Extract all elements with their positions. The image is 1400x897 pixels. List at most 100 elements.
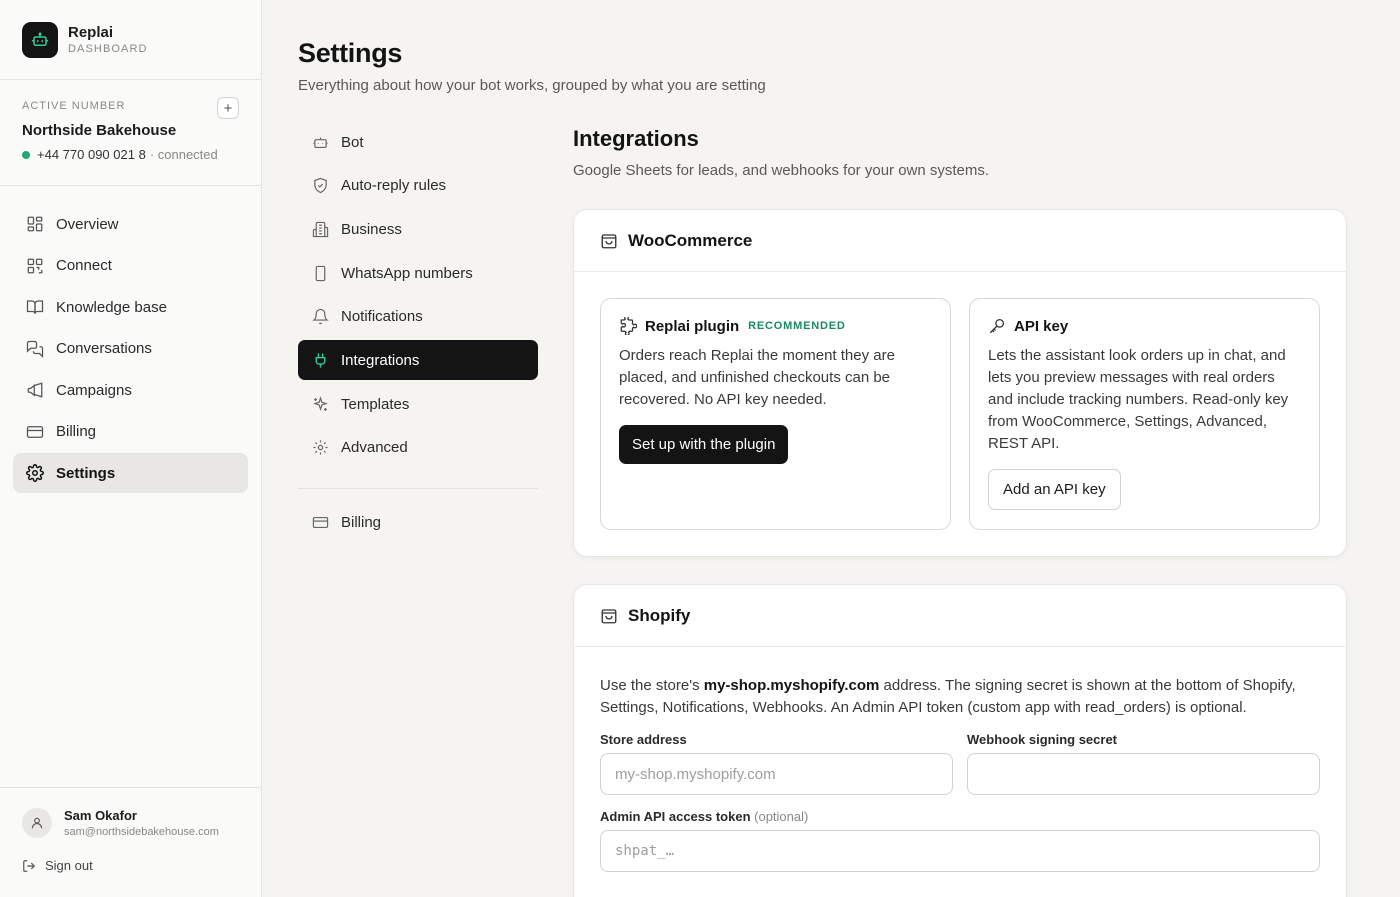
subnav-item-billing[interactable]: Billing bbox=[298, 503, 538, 543]
admin-token-label: Admin API access token (optional) bbox=[600, 809, 809, 824]
sign-out-button[interactable]: Sign out bbox=[22, 858, 239, 873]
section-title: Integrations bbox=[573, 126, 699, 151]
credit-card-icon bbox=[26, 425, 44, 438]
store-address-field: Store address my-shop.myshopify.com bbox=[600, 732, 953, 795]
user-panel: Sam Okafor sam@northsidebakehouse.com Si… bbox=[0, 787, 261, 897]
integrations-section: Integrations Google Sheets for leads, an… bbox=[573, 126, 1347, 897]
shield-check-icon bbox=[314, 177, 327, 194]
bell-icon bbox=[312, 309, 329, 325]
logout-icon bbox=[23, 859, 36, 872]
woocommerce-card: WooCommerce Replai plugin RECOMMENDED Or… bbox=[573, 209, 1347, 557]
subnav-item-templates[interactable]: Templates bbox=[298, 384, 538, 424]
active-number-label: ACTIVE NUMBER bbox=[22, 100, 126, 112]
user-name: Sam Okafor bbox=[64, 808, 137, 823]
subnav-label: Bot bbox=[341, 133, 364, 151]
woocommerce-card-header: WooCommerce bbox=[574, 210, 1346, 272]
gear-icon bbox=[26, 464, 44, 482]
nav-label: Knowledge base bbox=[56, 298, 167, 316]
admin-token-field: Admin API access token (optional) shpat_… bbox=[600, 809, 1320, 872]
shopify-card: Shopify Use the store's my-shop.myshopif… bbox=[573, 584, 1347, 897]
subnav-label: Business bbox=[341, 220, 402, 238]
robot-icon bbox=[313, 137, 328, 148]
brand[interactable]: Replai DASHBOARD bbox=[0, 0, 261, 80]
woocommerce-title: WooCommerce bbox=[628, 230, 753, 250]
subnav-label: WhatsApp numbers bbox=[341, 264, 473, 282]
webhook-secret-field: Webhook signing secret bbox=[967, 732, 1320, 795]
subnav-item-integrations[interactable]: Integrations bbox=[298, 340, 538, 381]
robot-logo-icon bbox=[22, 21, 58, 58]
nav-item-knowledge-base[interactable]: Knowledge base bbox=[13, 287, 248, 327]
plugin-option-description: Orders reach Replai the moment they are … bbox=[619, 347, 895, 408]
add-api-key-button[interactable]: Add an API key bbox=[988, 469, 1121, 510]
brand-name: Replai bbox=[68, 23, 114, 41]
building-icon bbox=[312, 221, 329, 238]
user-avatar[interactable] bbox=[22, 808, 52, 838]
recommended-badge: RECOMMENDED bbox=[748, 320, 846, 332]
store-address-input[interactable]: my-shop.myshopify.com bbox=[600, 753, 953, 795]
nav-label: Settings bbox=[56, 464, 116, 482]
user-icon bbox=[31, 817, 43, 829]
subnav-divider bbox=[298, 487, 538, 489]
subnav-label: Advanced bbox=[341, 439, 408, 457]
api-key-option: API key Lets the assistant look orders u… bbox=[969, 298, 1320, 530]
gear-icon bbox=[313, 440, 328, 455]
webhook-secret-label: Webhook signing secret bbox=[967, 732, 1118, 747]
main-nav: Overview Connect Knowledge base Conversa… bbox=[0, 186, 261, 493]
brand-subtitle: DASHBOARD bbox=[68, 42, 148, 55]
sign-out-label: Sign out bbox=[45, 858, 93, 873]
user-email: sam@northsidebakehouse.com bbox=[64, 826, 219, 838]
connection-status: · connected bbox=[149, 147, 218, 162]
phone-number: +44 770 090 021 8 bbox=[37, 147, 146, 162]
admin-token-input[interactable]: shpat_… bbox=[600, 830, 1320, 872]
subnav-item-bot[interactable]: Bot bbox=[298, 122, 538, 162]
nav-item-overview[interactable]: Overview bbox=[13, 204, 248, 244]
replai-plugin-option: Replai plugin RECOMMENDED Orders reach R… bbox=[600, 298, 951, 530]
active-number-panel: ACTIVE NUMBER + Northside Bakehouse +44 … bbox=[0, 80, 261, 186]
sidebar: Replai DASHBOARD ACTIVE NUMBER + Northsi… bbox=[0, 0, 262, 897]
grid-icon bbox=[27, 216, 43, 232]
shopify-domain-example: my-shop.myshopify.com bbox=[703, 677, 880, 694]
shopping-bag-icon bbox=[601, 233, 617, 248]
active-number-name[interactable]: Northside Bakehouse bbox=[22, 122, 239, 139]
store-address-label: Store address bbox=[600, 732, 687, 747]
qr-code-icon bbox=[27, 258, 43, 273]
setup-plugin-button[interactable]: Set up with the plugin bbox=[619, 425, 789, 464]
sparkles-icon bbox=[313, 395, 328, 411]
nav-item-settings[interactable]: Settings bbox=[13, 453, 248, 493]
shopping-bag-icon bbox=[601, 608, 617, 623]
plugin-option-title: Replai plugin bbox=[645, 317, 740, 335]
subnav-item-notifications[interactable]: Notifications bbox=[298, 297, 538, 337]
page-subtitle: Everything about how your bot works, gro… bbox=[298, 77, 766, 94]
subnav-item-whatsapp-numbers[interactable]: WhatsApp numbers bbox=[298, 253, 538, 293]
nav-label: Billing bbox=[56, 423, 97, 440]
subnav-label: Integrations bbox=[341, 351, 420, 369]
megaphone-icon bbox=[27, 382, 43, 398]
shopify-description: Use the store's my-shop.myshopify.com ad… bbox=[600, 677, 1296, 716]
subnav-label: Notifications bbox=[341, 308, 423, 326]
puzzle-icon bbox=[620, 317, 637, 335]
page-title: Settings bbox=[298, 38, 403, 68]
subnav-label: Templates bbox=[341, 395, 410, 413]
add-number-button[interactable]: + bbox=[217, 97, 239, 119]
subnav-item-auto-reply-rules[interactable]: Auto-reply rules bbox=[298, 166, 538, 206]
subnav-label: Billing bbox=[341, 514, 382, 532]
active-number-phone: +44 770 090 021 8 · connected bbox=[22, 147, 239, 162]
subnav-item-business[interactable]: Business bbox=[298, 209, 538, 249]
nav-item-conversations[interactable]: Conversations bbox=[13, 329, 248, 369]
section-subtitle: Google Sheets for leads, and webhooks fo… bbox=[573, 162, 990, 179]
webhook-secret-input[interactable] bbox=[967, 753, 1320, 795]
nav-item-campaigns[interactable]: Campaigns bbox=[13, 370, 248, 410]
nav-item-billing[interactable]: Billing bbox=[13, 412, 248, 452]
plug-icon bbox=[315, 353, 326, 368]
nav-label: Campaigns bbox=[56, 381, 132, 399]
nav-label: Conversations bbox=[56, 340, 152, 357]
shopify-card-header: Shopify bbox=[574, 585, 1346, 647]
credit-card-icon bbox=[312, 517, 329, 529]
subnav-label: Auto-reply rules bbox=[341, 177, 447, 195]
book-open-icon bbox=[26, 300, 44, 314]
subnav-item-advanced[interactable]: Advanced bbox=[298, 428, 538, 468]
api-key-option-title: API key bbox=[1014, 317, 1069, 335]
nav-item-connect[interactable]: Connect bbox=[13, 246, 248, 286]
settings-subnav: Bot Auto-reply rules Business WhatsApp n… bbox=[298, 122, 538, 547]
nav-label: Connect bbox=[56, 257, 112, 274]
